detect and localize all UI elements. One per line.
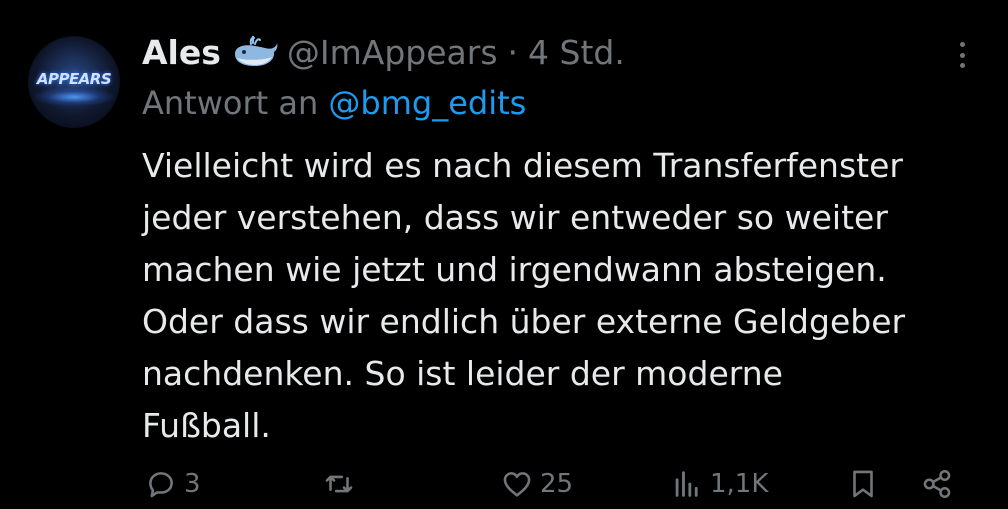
tweet-text-line: Oder dass wir endlich über externe Geldg… [142,302,906,341]
avatar-logo-text: APPEARS [36,70,112,88]
like-count: 25 [540,469,574,499]
avatar-glow [34,88,114,106]
author-name[interactable]: Ales [142,30,221,76]
more-dots-icon [959,63,965,68]
reply-mention-link[interactable]: @bmg_edits [328,84,526,122]
more-dots-icon [959,52,965,58]
tweet-text-line: machen wie jetzt und irgendwann absteige… [142,250,887,289]
share-button[interactable] [920,462,954,506]
whale-emoji-icon [234,36,278,66]
header-separator: · [507,33,519,72]
more-dots-icon [959,42,965,47]
heart-icon [503,472,531,497]
repost-icon [325,475,353,493]
tweet-text: Vielleicht wird es nach diesem Transferf… [142,140,982,452]
tweet-text-line: jeder verstehen, dass wir entweder so we… [142,198,888,237]
reply-button[interactable]: 3 [144,462,201,506]
more-options-button[interactable] [950,38,974,72]
like-button[interactable]: 25 [500,462,573,506]
tweet: APPEARS Ales @ImAppears · 4 Std. Antwort… [0,0,1008,509]
share-icon [923,469,951,499]
tweet-text-line: Fußball. [142,406,271,445]
action-bar: 3 25 1,1K [0,462,1008,506]
bookmark-button[interactable] [846,462,880,506]
view-count: 1,1K [710,469,769,499]
bar-chart-icon [675,471,698,497]
speech-bubble-icon [149,472,173,498]
tweet-text-line: Vielleicht wird es nach diesem Transferf… [142,146,903,185]
views-button[interactable]: 1,1K [670,462,768,506]
bookmark-icon [853,470,873,498]
reply-context: Antwort an @bmg_edits [142,80,526,126]
tweet-timestamp[interactable]: 4 Std. [528,30,625,76]
reply-count: 3 [184,469,201,499]
repost-button[interactable] [322,462,356,506]
tweet-text-line: nachdenken. So ist leider der moderne [142,354,783,393]
tweet-header: Ales @ImAppears · 4 Std. [142,30,625,76]
avatar[interactable]: APPEARS [28,36,120,128]
author-handle[interactable]: @ImAppears [287,30,498,76]
reply-prefix: Antwort an [142,84,319,122]
